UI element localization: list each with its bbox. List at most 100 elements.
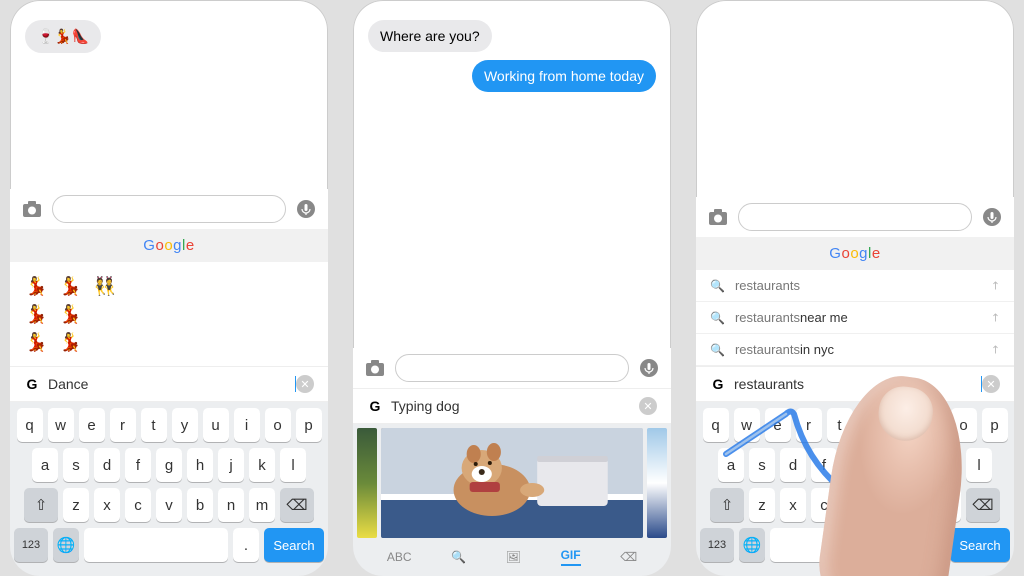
key-globe[interactable]: 🌐: [53, 528, 79, 562]
key-p[interactable]: p: [296, 408, 322, 442]
phone-emoji-search: 🍷💃👠 Google 💃💃👯 💃💃 💃💃 G Dance ✕ qwertyuio…: [10, 0, 328, 576]
key-backspace[interactable]: ⌫: [280, 488, 314, 522]
key-a[interactable]: a: [718, 448, 744, 482]
insert-arrow-icon: ↗: [988, 278, 1004, 294]
gif-tile[interactable]: [357, 428, 377, 538]
key-q[interactable]: q: [703, 408, 729, 442]
search-suggestions: 🔍restaurants↗ 🔍restaurants near me↗ 🔍res…: [696, 270, 1014, 366]
key-j[interactable]: j: [218, 448, 244, 482]
emoji-result[interactable]: 👯: [94, 272, 116, 300]
key-m[interactable]: m: [249, 488, 275, 522]
key-dot[interactable]: .: [233, 528, 259, 562]
key-u[interactable]: u: [203, 408, 229, 442]
key-c[interactable]: c: [125, 488, 151, 522]
key-e[interactable]: e: [79, 408, 105, 442]
emoji-result[interactable]: 💃: [59, 328, 81, 356]
gboard-search-field[interactable]: G Typing dog ✕: [353, 388, 671, 424]
key-e[interactable]: e: [765, 408, 791, 442]
key-r[interactable]: r: [796, 408, 822, 442]
key-l[interactable]: l: [280, 448, 306, 482]
suggestion-item[interactable]: 🔍restaurants↗: [696, 270, 1014, 302]
key-l[interactable]: l: [966, 448, 992, 482]
emoji-result[interactable]: 💃: [25, 300, 47, 328]
key-o[interactable]: o: [265, 408, 291, 442]
gif-tile[interactable]: [647, 428, 667, 538]
key-r[interactable]: r: [110, 408, 136, 442]
message-bubble-outgoing: Working from home today: [472, 60, 656, 92]
emoji-result[interactable]: 💃: [25, 272, 47, 300]
image-icon[interactable]: 🖼: [506, 550, 521, 564]
suggestion-item[interactable]: 🔍restaurants in nyc↗: [696, 334, 1014, 366]
camera-icon[interactable]: [20, 197, 44, 221]
key-q[interactable]: q: [17, 408, 43, 442]
key-h[interactable]: h: [187, 448, 213, 482]
key-a[interactable]: a: [32, 448, 58, 482]
search-text: Typing dog: [391, 398, 639, 414]
key-search[interactable]: Search: [950, 528, 1010, 562]
tab-abc[interactable]: ABC: [387, 550, 412, 564]
compose-input[interactable]: [52, 195, 286, 223]
keyboard: qwertyuiop asdfghjkl ⇧ zxcvbnm ⌫ 123 🌐 .…: [10, 402, 328, 576]
key-i[interactable]: i: [234, 408, 260, 442]
emoji-result[interactable]: 💃: [59, 272, 81, 300]
search-text: restaurants: [734, 376, 982, 392]
google-g-icon: G: [710, 376, 726, 392]
key-s[interactable]: s: [749, 448, 775, 482]
key-y[interactable]: y: [172, 408, 198, 442]
key-n[interactable]: n: [218, 488, 244, 522]
emoji-result[interactable]: 💃: [25, 328, 47, 356]
clear-icon[interactable]: ✕: [296, 375, 314, 393]
key-globe[interactable]: 🌐: [739, 528, 765, 562]
message-bubble: 🍷💃👠: [25, 20, 101, 53]
key-d[interactable]: d: [94, 448, 120, 482]
key-shift[interactable]: ⇧: [24, 488, 58, 522]
key-w[interactable]: w: [734, 408, 760, 442]
key-numbers[interactable]: 123: [700, 528, 734, 562]
clear-icon[interactable]: ✕: [982, 375, 1000, 393]
key-backspace[interactable]: ⌫: [966, 488, 1000, 522]
search-text: Dance: [48, 376, 296, 392]
gif-tile[interactable]: [381, 428, 643, 538]
search-icon: 🔍: [710, 279, 725, 293]
compose-input[interactable]: [395, 354, 629, 382]
tab-gif[interactable]: GIF: [561, 548, 581, 566]
clear-icon[interactable]: ✕: [639, 397, 657, 415]
key-t[interactable]: t: [141, 408, 167, 442]
message-bubble-incoming: Where are you?: [368, 20, 492, 52]
google-header: Google: [696, 237, 1014, 270]
key-s[interactable]: s: [63, 448, 89, 482]
key-shift[interactable]: ⇧: [710, 488, 744, 522]
key-x[interactable]: x: [94, 488, 120, 522]
backspace-icon[interactable]: ⌫: [620, 550, 637, 564]
search-icon: 🔍: [710, 311, 725, 325]
key-numbers[interactable]: 123: [14, 528, 48, 562]
key-z[interactable]: z: [749, 488, 775, 522]
insert-arrow-icon: ↗: [988, 342, 1004, 358]
key-x[interactable]: x: [780, 488, 806, 522]
key-space[interactable]: [84, 528, 228, 562]
key-d[interactable]: d: [780, 448, 806, 482]
mic-icon[interactable]: [980, 205, 1004, 229]
key-search[interactable]: Search: [264, 528, 324, 562]
suggestion-item[interactable]: 🔍restaurants near me↗: [696, 302, 1014, 334]
insert-arrow-icon: ↗: [988, 310, 1004, 326]
messages-area: Where are you? Working from home today: [353, 0, 671, 348]
compose-bar: [353, 348, 671, 388]
key-z[interactable]: z: [63, 488, 89, 522]
mic-icon[interactable]: [294, 197, 318, 221]
compose-input[interactable]: [738, 203, 972, 231]
emoji-result[interactable]: 💃: [59, 300, 81, 328]
key-g[interactable]: g: [156, 448, 182, 482]
key-v[interactable]: v: [156, 488, 182, 522]
search-icon[interactable]: 🔍: [451, 550, 466, 564]
key-f[interactable]: f: [125, 448, 151, 482]
key-w[interactable]: w: [48, 408, 74, 442]
gboard-search-field[interactable]: G Dance ✕: [10, 366, 328, 402]
camera-icon[interactable]: [363, 356, 387, 380]
mic-icon[interactable]: [637, 356, 661, 380]
gboard-search-field[interactable]: G restaurants ✕: [696, 366, 1014, 402]
key-b[interactable]: b: [187, 488, 213, 522]
key-p[interactable]: p: [982, 408, 1008, 442]
camera-icon[interactable]: [706, 205, 730, 229]
key-k[interactable]: k: [249, 448, 275, 482]
